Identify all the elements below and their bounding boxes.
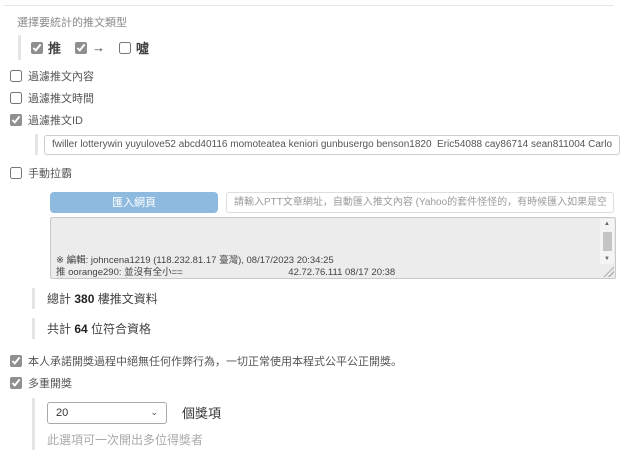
qualified-count-stat: 共計 64 位符合資格	[32, 318, 614, 339]
qualified-count-value: 64	[74, 322, 87, 336]
multi-draw-hint: 此選項可一次開出多位得獎者	[47, 431, 614, 448]
filter-id-label[interactable]: 過濾推文ID	[28, 112, 83, 128]
filter-time-checkbox[interactable]	[10, 92, 22, 104]
push-checkbox-label[interactable]: 推	[48, 38, 61, 57]
import-row: 匯入網頁	[50, 192, 614, 213]
boo-checkbox-label[interactable]: 噓	[136, 38, 149, 57]
boo-checkbox[interactable]	[119, 42, 131, 54]
filter-id-row: 過濾推文ID	[10, 112, 614, 128]
total-pushes-value: 380	[74, 292, 94, 306]
scroll-up-icon[interactable]: ▲	[604, 219, 610, 229]
id-filter-input[interactable]	[44, 135, 620, 155]
multi-draw-label[interactable]: 多重開獎	[28, 375, 72, 391]
top-divider	[4, 5, 614, 6]
multi-draw-row: 多重開獎	[10, 375, 614, 391]
fair-draw-promise-row: 本人承諾開獎過程中絕無任何作弊行為，一切正常使用本程式公平公正開獎。	[10, 353, 614, 369]
filter-time-row: 過濾推文時間	[10, 90, 614, 106]
scrollbar-thumb[interactable]	[603, 232, 612, 251]
id-filter-group	[35, 134, 614, 155]
resize-grip-icon[interactable]	[602, 265, 614, 277]
arrow-checkbox-label[interactable]: →	[92, 40, 105, 55]
push-content-line: 推 oorange290: 並沒有全小== 42.72.76.111 08/17…	[56, 267, 595, 279]
fair-draw-promise-checkbox[interactable]	[10, 355, 22, 367]
push-content-line: 推 rockyshen: 2大4小 36.236.202.103 08/17 2…	[56, 278, 595, 279]
filter-time-label[interactable]: 過濾推文時間	[28, 90, 94, 106]
chevron-down-icon: ⌄	[150, 407, 158, 418]
push-content-textarea[interactable]: ※ 編輯: johncena1219 (118.232.81.17 臺灣), 0…	[50, 217, 616, 279]
multi-draw-checkbox[interactable]	[10, 377, 22, 389]
push-checkbox[interactable]	[31, 42, 43, 54]
prize-count-select[interactable]: 20 ⌄	[47, 402, 167, 424]
filter-id-checkbox[interactable]	[10, 114, 22, 126]
lottery-tool-page: 選擇要統計的推文類型 推 → 噓 過濾推文內容 過濾推文時間 過濾推文ID 手動…	[0, 5, 640, 460]
filter-content-label[interactable]: 過濾推文內容	[28, 68, 94, 84]
total-pushes-stat: 總計 380 樓推文資料	[32, 288, 614, 309]
push-type-section-title: 選擇要統計的推文類型	[17, 14, 614, 30]
push-type-group: 推 → 噓	[18, 35, 614, 60]
manual-pull-label[interactable]: 手動拉霸	[28, 165, 72, 181]
fair-draw-promise-label[interactable]: 本人承諾開獎過程中絕無任何作弊行為，一切正常使用本程式公平公正開獎。	[28, 353, 402, 369]
push-content-line: ※ 編輯: johncena1219 (118.232.81.17 臺灣), 0…	[56, 255, 595, 267]
scroll-down-icon[interactable]: ▼	[604, 254, 610, 264]
import-webpage-button[interactable]: 匯入網頁	[50, 192, 218, 213]
manual-pull-row: 手動拉霸	[10, 165, 614, 181]
arrow-checkbox[interactable]	[75, 42, 87, 54]
push-content-lines: ※ 編輯: johncena1219 (118.232.81.17 臺灣), 0…	[56, 221, 595, 279]
ptt-url-input[interactable]	[226, 192, 614, 213]
filter-content-row: 過濾推文內容	[10, 68, 614, 84]
prize-count-label: 個獎項	[182, 403, 221, 422]
manual-pull-checkbox[interactable]	[10, 167, 22, 179]
textarea-scrollbar[interactable]: ▲ ▼	[600, 219, 614, 264]
prize-count-group: 20 ⌄ 個獎項 此選項可一次開出多位得獎者	[32, 398, 614, 450]
filter-content-checkbox[interactable]	[10, 70, 22, 82]
prize-count-value: 20	[56, 407, 68, 419]
